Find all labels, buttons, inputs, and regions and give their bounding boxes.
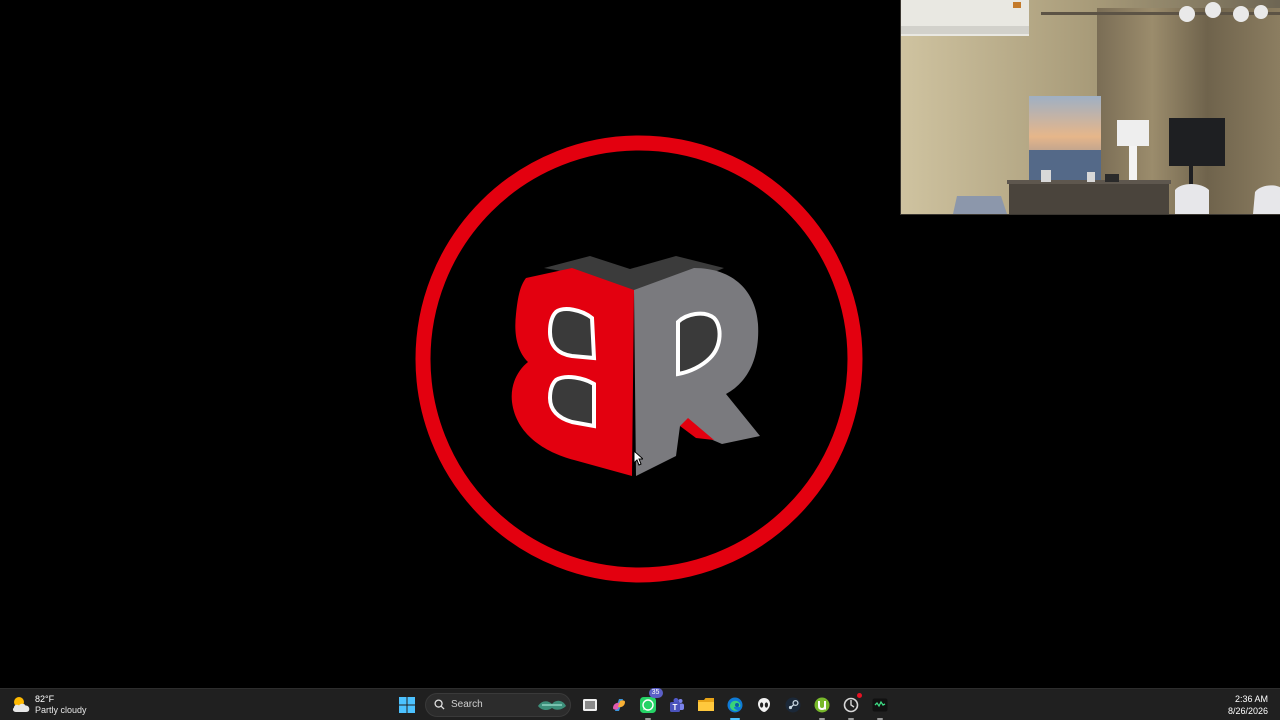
weather-condition: Partly cloudy bbox=[35, 705, 87, 715]
folder-icon bbox=[697, 698, 714, 711]
teams-icon: T bbox=[669, 697, 684, 712]
whatsapp-unread-badge: 35 bbox=[648, 687, 663, 698]
whatsapp-button[interactable]: 35 bbox=[636, 687, 663, 720]
taskbar: 82°F Partly cloudy Search 35 T 2:36 AM 8… bbox=[0, 687, 1280, 720]
terminal-app-button[interactable] bbox=[868, 693, 892, 720]
system-clock[interactable]: 2:36 AM 8/26/2026 bbox=[1228, 693, 1268, 717]
weather-widget[interactable]: 82°F Partly cloudy bbox=[10, 693, 87, 717]
svg-text:T: T bbox=[672, 703, 677, 712]
alienware-button[interactable] bbox=[752, 693, 776, 717]
terminal-app-icon bbox=[872, 698, 887, 711]
clock-date: 8/26/2026 bbox=[1227, 706, 1268, 716]
taskbar-apps: Search 35 T bbox=[392, 687, 894, 720]
utorrent-button[interactable] bbox=[810, 693, 834, 720]
alienware-icon bbox=[757, 697, 770, 712]
windows-start-icon bbox=[398, 696, 415, 713]
circle-app-icon bbox=[843, 697, 858, 712]
start-button[interactable] bbox=[395, 693, 419, 717]
steam-button[interactable] bbox=[781, 693, 805, 717]
clock-time: 2:36 AM bbox=[1234, 694, 1268, 704]
task-view-button[interactable] bbox=[578, 693, 602, 717]
steam-icon bbox=[785, 697, 800, 712]
desktop-background bbox=[0, 0, 1280, 688]
weather-temperature: 82°F bbox=[35, 694, 55, 704]
search-label: Search bbox=[451, 699, 483, 710]
mouse-cursor-icon bbox=[633, 450, 643, 466]
edge-browser-icon bbox=[727, 697, 742, 712]
teams-button[interactable]: T bbox=[665, 693, 689, 717]
search-icon bbox=[434, 699, 445, 710]
whatsapp-icon bbox=[639, 696, 656, 713]
search-box[interactable]: Search bbox=[425, 692, 571, 717]
copilot-icon bbox=[612, 698, 625, 711]
copilot-button[interactable] bbox=[607, 693, 631, 717]
br-logo-image bbox=[415, 135, 863, 583]
webcam-overlay bbox=[900, 0, 1280, 215]
search-highlight-icon bbox=[538, 700, 566, 710]
file-explorer-button[interactable] bbox=[694, 693, 718, 717]
edge-browser-button[interactable] bbox=[723, 693, 747, 720]
alert-dot bbox=[856, 692, 862, 698]
partly-cloudy-icon bbox=[12, 697, 30, 712]
utorrent-icon bbox=[814, 697, 829, 712]
task-view-icon bbox=[582, 698, 597, 711]
alert-app-button[interactable] bbox=[839, 692, 863, 720]
webcam-room-image bbox=[901, 0, 1280, 214]
